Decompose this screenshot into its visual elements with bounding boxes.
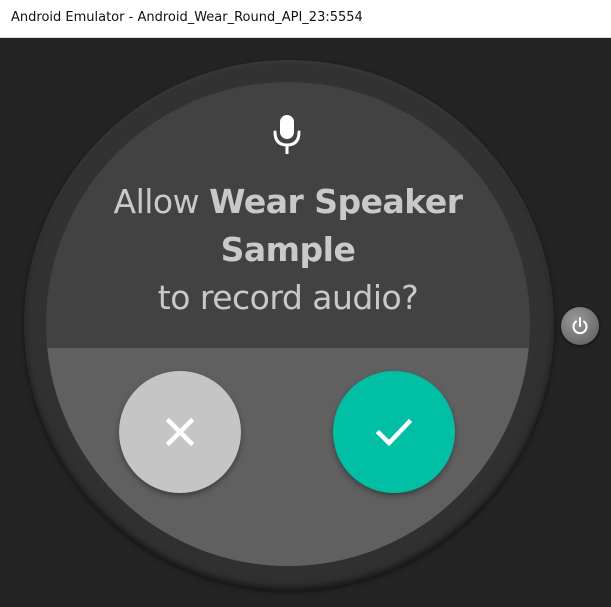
app-name: Wear Speaker Sample: [209, 182, 463, 269]
watch-screen: Allow Wear Speaker Sample to record audi…: [46, 82, 530, 566]
prompt-suffix: to record audio?: [157, 278, 419, 317]
title-bar[interactable]: Android Emulator - Android_Wear_Round_AP…: [0, 0, 611, 38]
deny-button[interactable]: [119, 371, 241, 493]
close-icon: [165, 417, 195, 447]
power-button[interactable]: [561, 307, 599, 345]
permission-prompt-panel: Allow Wear Speaker Sample to record audi…: [46, 82, 530, 348]
permission-actions-panel: [46, 348, 530, 566]
permission-prompt-text: Allow Wear Speaker Sample to record audi…: [46, 178, 530, 322]
allow-button[interactable]: [333, 371, 455, 493]
microphone-icon: [273, 115, 301, 154]
prompt-prefix: Allow: [113, 182, 200, 221]
emulator-window: Android Emulator - Android_Wear_Round_AP…: [0, 0, 611, 607]
check-icon: [375, 418, 413, 447]
power-icon: [572, 317, 588, 335]
window-title: Android Emulator - Android_Wear_Round_AP…: [11, 10, 363, 25]
